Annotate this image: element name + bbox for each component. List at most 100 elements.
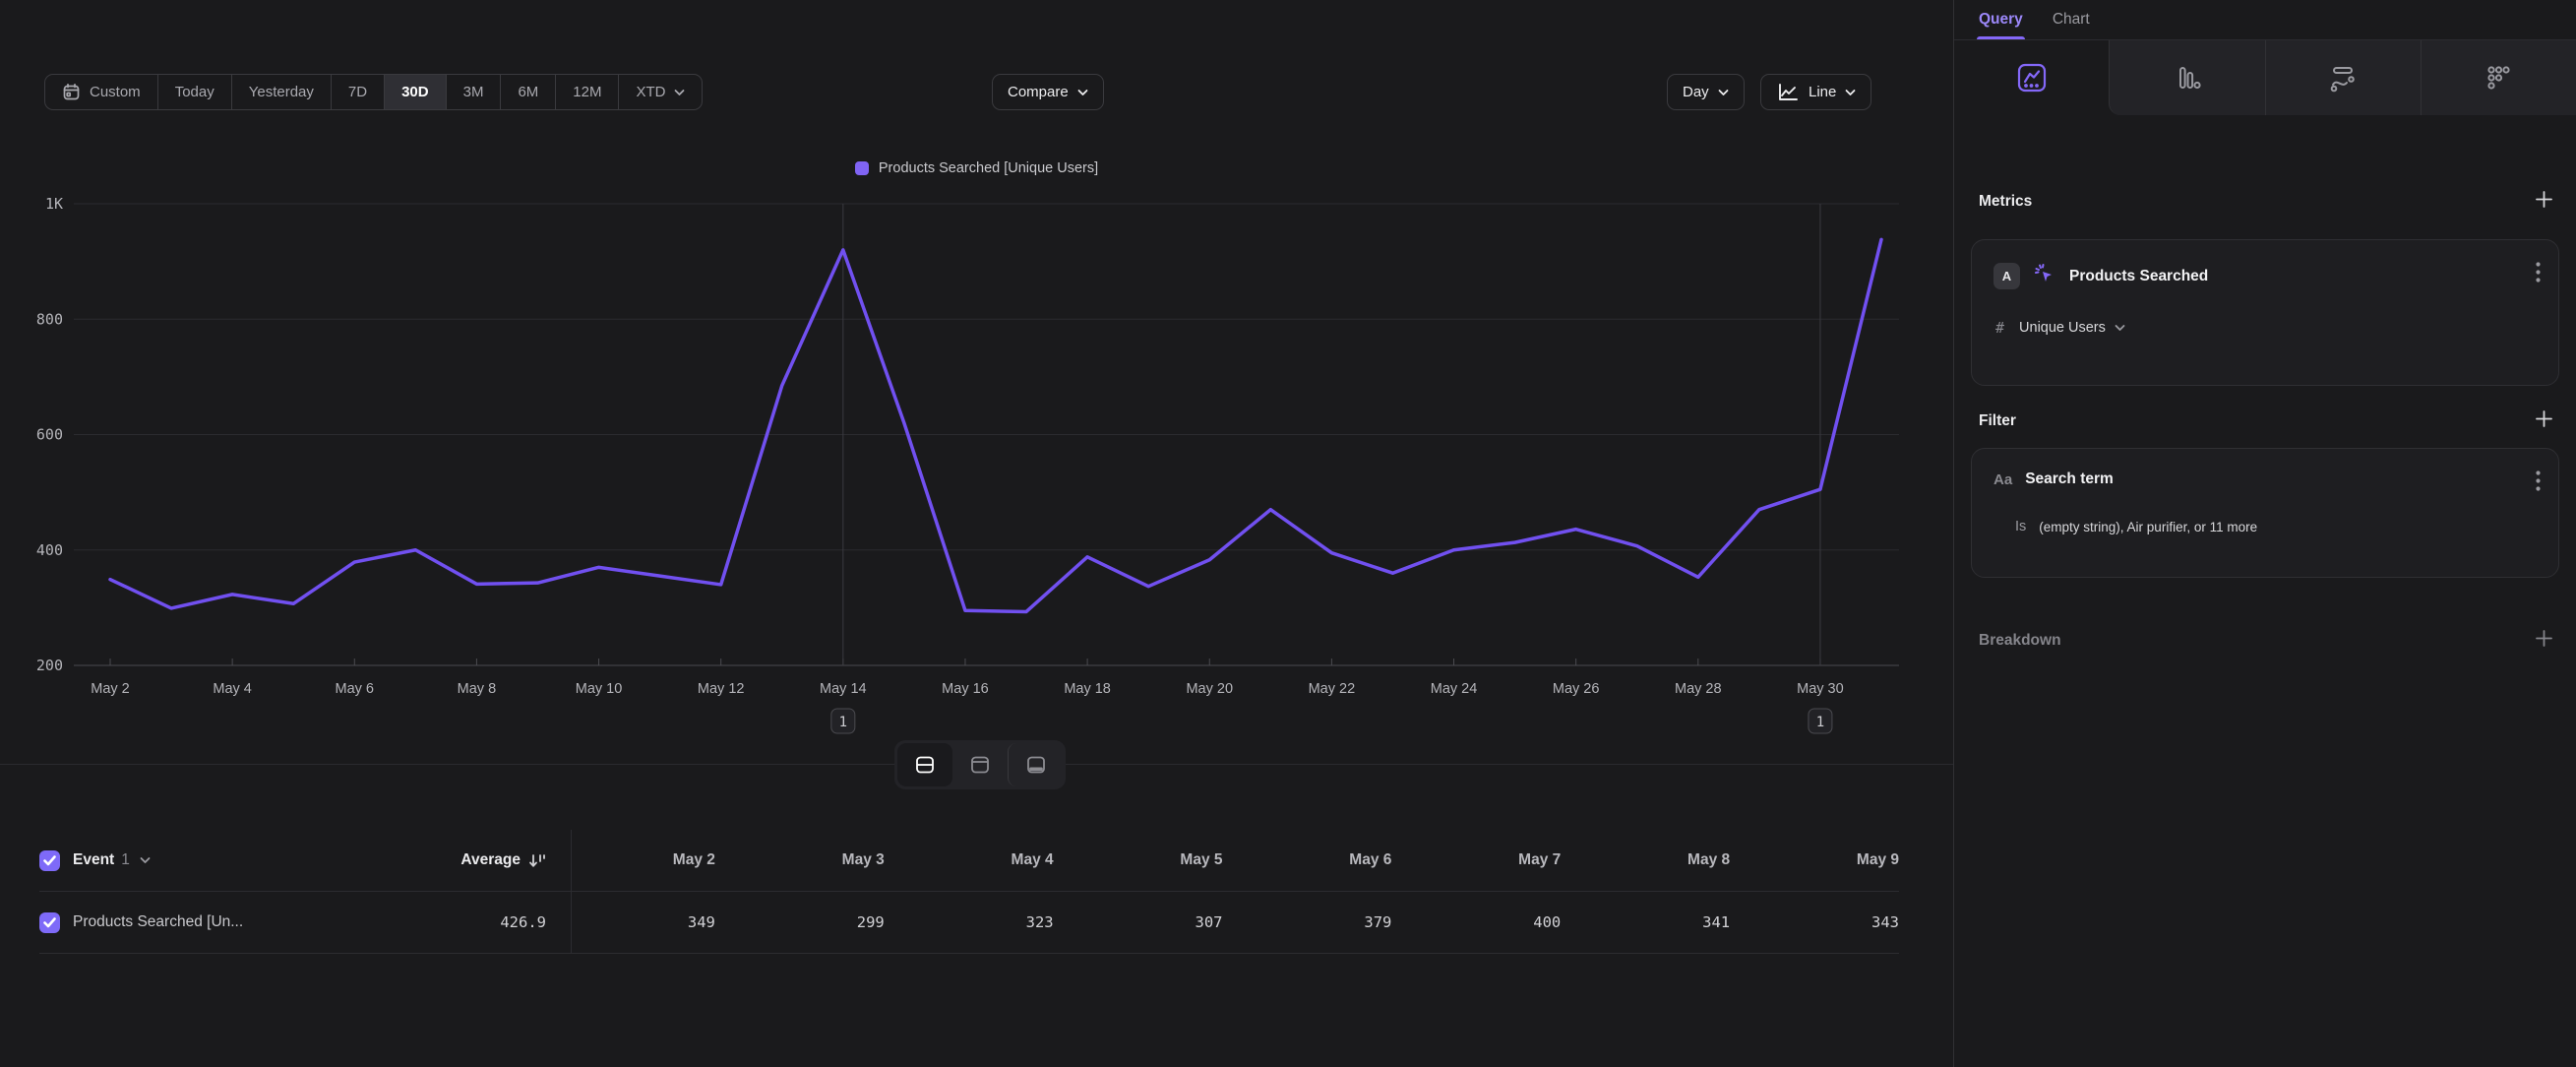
date-range-selector: Custom Today Yesterday7D30D 3M 6M 12M XTD xyxy=(44,74,703,110)
line-chart-icon xyxy=(1776,83,1800,102)
x-axis-label: May 10 xyxy=(576,681,623,697)
x-axis-label: May 8 xyxy=(458,681,497,697)
x-axis-label: May 30 xyxy=(1797,681,1844,697)
measure-selector[interactable]: Unique Users xyxy=(2019,320,2106,336)
measure-type-icon: # xyxy=(1995,319,2004,337)
chart-type-bar-tab[interactable] xyxy=(2109,40,2265,115)
x-axis-label: May 12 xyxy=(698,681,745,697)
chart-type-label: Line xyxy=(1809,84,1836,100)
layout-chart-only-button[interactable] xyxy=(952,743,1008,786)
range-tab-custom[interactable]: Custom xyxy=(45,75,158,109)
date-column-header: May 9 xyxy=(1730,830,1899,892)
filter-operator[interactable]: Is xyxy=(2015,519,2026,534)
query-sidebar: Query Chart xyxy=(1953,0,2576,1067)
tab-query[interactable]: Query xyxy=(1979,0,2023,39)
range-tab-30d[interactable]: 30D xyxy=(385,75,447,109)
filter-section-header: Filter xyxy=(1979,408,2554,434)
chevron-down-icon xyxy=(1718,89,1729,96)
metric-letter-badge: A xyxy=(1993,263,2020,289)
range-tab-xtd[interactable]: XTD xyxy=(619,75,702,109)
add-filter-button[interactable] xyxy=(2534,408,2554,434)
row-average-cell: 426.9 xyxy=(399,892,546,954)
date-column-header: May 5 xyxy=(1054,830,1223,892)
event-label: Event xyxy=(73,851,114,869)
x-axis-label: May 18 xyxy=(1064,681,1111,697)
sidebar-tabs: Query Chart xyxy=(1954,0,2576,40)
annotation-badge-label: 1 xyxy=(1816,715,1824,730)
breakdown-heading: Breakdown xyxy=(1979,632,2061,650)
split-view-icon xyxy=(914,754,936,776)
table-row-name-cell: Products Searched [Un... xyxy=(39,892,399,954)
chevron-down-icon[interactable] xyxy=(2115,324,2125,332)
metric-menu-button[interactable] xyxy=(2536,262,2541,287)
compare-button[interactable]: Compare xyxy=(992,74,1104,110)
x-axis-label: May 2 xyxy=(91,681,130,697)
calendar-icon xyxy=(62,83,81,101)
range-tab-label: 12M xyxy=(573,84,601,100)
chart-type-button[interactable]: Line xyxy=(1760,74,1871,110)
string-property-icon: Aa xyxy=(1993,471,2012,488)
range-tab-3m[interactable]: 3M xyxy=(447,75,502,109)
add-metric-button[interactable] xyxy=(2534,189,2554,215)
chart-type-line-tab[interactable] xyxy=(1954,40,2109,115)
range-tab-yesterday[interactable]: Yesterday xyxy=(232,75,332,109)
row-value-cell: 307 xyxy=(1054,892,1223,954)
tab-chart[interactable]: Chart xyxy=(2053,0,2090,39)
layout-table-only-button[interactable] xyxy=(1008,743,1063,786)
row-value-cell: 400 xyxy=(1391,892,1561,954)
x-axis-label: May 22 xyxy=(1309,681,1356,697)
x-axis-label: May 28 xyxy=(1675,681,1722,697)
layout-split-button[interactable] xyxy=(897,743,952,786)
range-tab-label: 3M xyxy=(463,84,484,100)
annotation-badge-label: 1 xyxy=(839,715,847,730)
chevron-down-icon[interactable] xyxy=(140,856,151,864)
range-tab-6m[interactable]: 6M xyxy=(501,75,556,109)
range-tab-label: XTD xyxy=(636,84,665,100)
filter-property-name: Search term xyxy=(2025,471,2114,488)
filter-heading: Filter xyxy=(1979,412,2016,430)
bar-chart-icon xyxy=(2172,62,2203,94)
chart-type-flow-tab[interactable] xyxy=(2266,40,2422,115)
range-tab-12m[interactable]: 12M xyxy=(556,75,619,109)
x-axis-label: May 14 xyxy=(820,681,867,697)
metric-card[interactable]: A Products Searched # Unique Users xyxy=(1971,239,2559,386)
filter-value[interactable]: (empty string), Air purifier, or 11 more xyxy=(2039,520,2257,534)
row-value-cell: 323 xyxy=(885,892,1054,954)
row-series-name: Products Searched [Un... xyxy=(73,913,243,931)
chart-type-funnel-tab[interactable] xyxy=(2422,40,2576,115)
filter-card[interactable]: Aa Search term Is (empty string), Air pu… xyxy=(1971,448,2559,578)
plus-icon xyxy=(2534,189,2554,210)
average-header-cell[interactable]: Average xyxy=(399,830,546,892)
compare-label: Compare xyxy=(1008,84,1069,100)
y-axis-label: 400 xyxy=(36,541,63,559)
x-axis-label: May 26 xyxy=(1553,681,1600,697)
event-count: 1 xyxy=(121,851,130,869)
range-tab-label: 6M xyxy=(518,84,538,100)
y-axis-label: 800 xyxy=(36,310,63,328)
range-tab-today[interactable]: Today xyxy=(158,75,232,109)
date-column-header: May 6 xyxy=(1223,830,1392,892)
range-tab-label: Today xyxy=(175,84,215,100)
x-axis-label: May 6 xyxy=(336,681,375,697)
range-tab-7d[interactable]: 7D xyxy=(332,75,385,109)
date-column-header: May 7 xyxy=(1391,830,1561,892)
funnel-dots-icon xyxy=(2483,62,2514,94)
table-column-divider xyxy=(571,830,572,954)
row-value-cell: 343 xyxy=(1730,892,1899,954)
row-checkbox[interactable] xyxy=(39,912,60,933)
flow-icon xyxy=(2326,61,2360,94)
granularity-button[interactable]: Day xyxy=(1667,74,1745,110)
line-chart-icon xyxy=(2016,62,2048,94)
filter-menu-button[interactable] xyxy=(2536,471,2541,496)
sort-icon xyxy=(528,852,546,869)
table-only-view-icon xyxy=(1025,754,1047,776)
date-column-header: May 3 xyxy=(715,830,885,892)
plus-icon xyxy=(2534,628,2554,649)
row-value-cell: 299 xyxy=(715,892,885,954)
select-all-checkbox[interactable] xyxy=(39,850,60,871)
y-axis-label: 1K xyxy=(45,195,63,213)
event-header-cell: Event 1 xyxy=(39,830,399,892)
add-breakdown-button[interactable] xyxy=(2534,628,2554,654)
y-axis-label: 600 xyxy=(36,426,63,444)
metrics-heading: Metrics xyxy=(1979,193,2032,211)
